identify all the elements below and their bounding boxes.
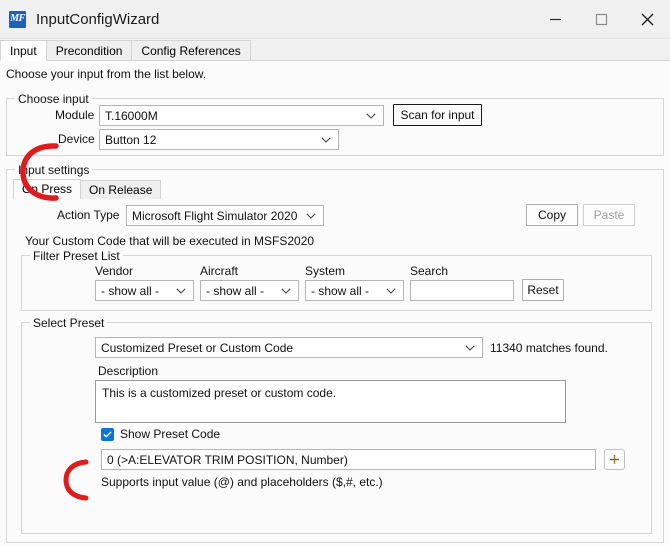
device-value: Button 12 — [105, 133, 156, 147]
close-button[interactable] — [624, 0, 670, 38]
matches-found-text: 11340 matches found. — [490, 341, 608, 355]
input-settings-group-title: Input settings — [15, 163, 92, 177]
minimize-icon — [549, 13, 562, 26]
copy-button[interactable]: Copy — [526, 204, 578, 226]
tab-on-release[interactable]: On Release — [80, 180, 161, 199]
chevron-down-icon — [465, 338, 475, 357]
chevron-down-icon — [176, 281, 186, 300]
main-tab-strip: Input Precondition Config References — [0, 39, 670, 61]
close-icon — [640, 12, 655, 27]
tab-config-references[interactable]: Config References — [131, 40, 250, 60]
module-combobox[interactable]: T.16000M — [99, 105, 384, 126]
chevron-down-icon — [306, 206, 316, 225]
aircraft-label: Aircraft — [200, 264, 238, 278]
vendor-combobox[interactable]: - show all - — [95, 280, 194, 301]
system-label: System — [305, 264, 345, 278]
plus-icon — [609, 454, 620, 465]
description-label: Description — [98, 364, 158, 378]
aircraft-value: - show all - — [206, 284, 264, 298]
vendor-label: Vendor — [95, 264, 133, 278]
window-controls — [532, 0, 670, 38]
maximize-button[interactable] — [578, 0, 624, 38]
vendor-value: - show all - — [101, 284, 159, 298]
input-settings-group: Input settings On Press On Release Actio… — [6, 169, 664, 543]
chevron-down-icon — [321, 130, 331, 149]
action-type-value: Microsoft Flight Simulator 2020 — [132, 209, 297, 223]
page-hint: Choose your input from the list below. — [6, 67, 206, 81]
system-combobox[interactable]: - show all - — [305, 280, 404, 301]
tab-on-press[interactable]: On Press — [13, 179, 81, 199]
chevron-down-icon — [386, 281, 396, 300]
reset-button[interactable]: Reset — [522, 279, 564, 301]
filter-preset-list-group: Filter Preset List Vendor - show all - A… — [21, 255, 652, 311]
title-bar: MF InputConfigWizard — [0, 0, 670, 39]
show-preset-code-label: Show Preset Code — [120, 427, 220, 441]
choose-input-group-title: Choose input — [15, 92, 92, 106]
preset-combobox[interactable]: Customized Preset or Custom Code — [95, 337, 483, 358]
supports-note: Supports input value (@) and placeholder… — [101, 475, 383, 489]
app-icon-label: MF — [10, 14, 25, 24]
aircraft-combobox[interactable]: - show all - — [200, 280, 299, 301]
custom-code-note: Your Custom Code that will be executed i… — [25, 234, 314, 248]
module-label: Module — [55, 108, 94, 122]
input-page: Choose your input from the list below. C… — [0, 61, 670, 545]
minimize-button[interactable] — [532, 0, 578, 38]
paste-button: Paste — [583, 204, 635, 226]
chevron-down-icon — [281, 281, 291, 300]
module-value: T.16000M — [105, 109, 158, 123]
select-preset-group-title: Select Preset — [30, 316, 107, 330]
scan-for-input-button[interactable]: Scan for input — [393, 104, 482, 126]
filter-preset-list-group-title: Filter Preset List — [30, 249, 123, 263]
chevron-down-icon — [366, 106, 376, 125]
preset-code-input[interactable]: 0 (>A:ELEVATOR TRIM POSITION, Number) — [101, 449, 596, 470]
preset-value: Customized Preset or Custom Code — [101, 341, 293, 355]
maximize-icon — [595, 13, 608, 26]
action-type-label: Action Type — [57, 208, 119, 222]
choose-input-group: Choose input Module T.16000M Scan for in… — [6, 98, 664, 156]
tab-precondition[interactable]: Precondition — [46, 40, 133, 60]
show-preset-code-checkbox[interactable]: Show Preset Code — [101, 427, 220, 441]
select-preset-group: Select Preset Customized Preset or Custo… — [21, 322, 652, 534]
checkmark-icon — [101, 428, 114, 441]
window-title: InputConfigWizard — [36, 11, 159, 28]
app-icon-mf: MF — [9, 11, 26, 28]
tab-input[interactable]: Input — [0, 40, 47, 61]
input-settings-tab-strip: On Press On Release — [13, 179, 160, 199]
description-textarea[interactable]: This is a customized preset or custom co… — [95, 380, 566, 423]
search-label: Search — [410, 264, 448, 278]
system-value: - show all - — [311, 284, 369, 298]
search-input[interactable] — [410, 280, 514, 301]
device-combobox[interactable]: Button 12 — [99, 129, 339, 150]
device-label: Device — [58, 132, 95, 146]
action-type-combobox[interactable]: Microsoft Flight Simulator 2020 — [126, 205, 324, 226]
add-preset-code-button[interactable] — [604, 449, 625, 470]
